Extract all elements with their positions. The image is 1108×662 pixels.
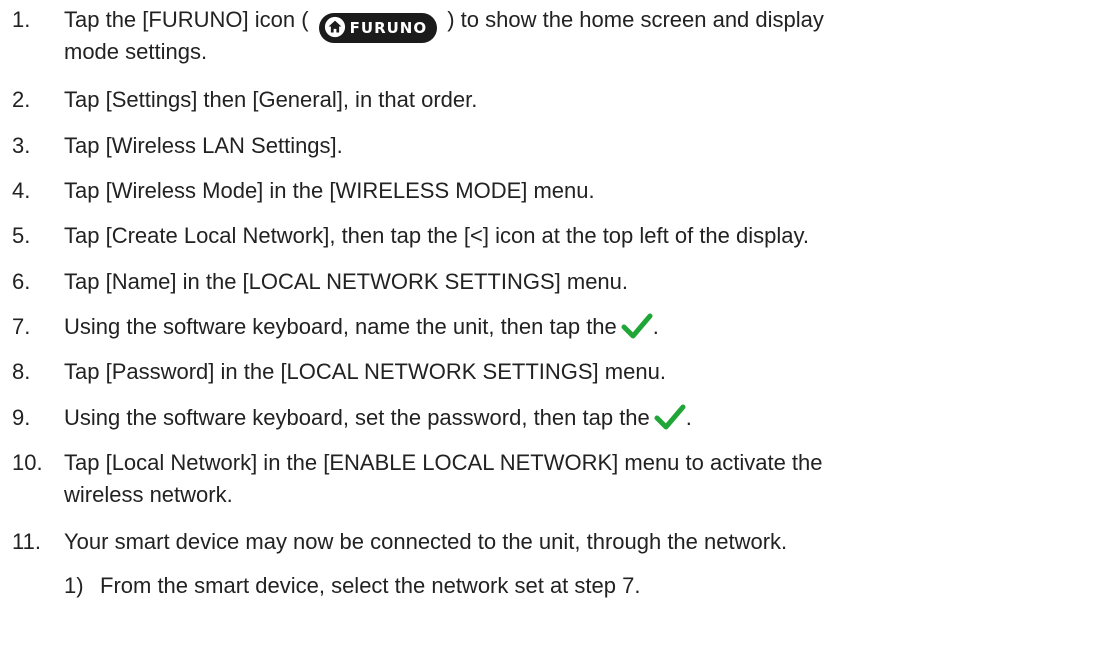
step-text: wireless network.: [64, 482, 233, 507]
furuno-label: FURUNO: [349, 19, 428, 37]
step-text-before: Tap the [FURUNO] icon (: [64, 7, 309, 32]
step-number: 7.: [12, 314, 31, 339]
step-number: 5.: [12, 223, 31, 248]
step-number: 4.: [12, 178, 31, 203]
step-text-after: ) to show the home screen and display: [447, 7, 824, 32]
step-text: Using the software keyboard, set the pas…: [64, 402, 692, 433]
step-text: Your smart device may now be connected t…: [64, 529, 788, 554]
step-number: 11.: [12, 529, 41, 554]
substep-number: 1): [64, 573, 84, 598]
step-number: 8.: [12, 359, 31, 384]
step-number: 2.: [12, 87, 31, 112]
step-text: Tap [Settings] then [General], in that o…: [64, 87, 478, 112]
step-text-main: Using the software keyboard, name the un…: [64, 314, 617, 339]
step-text: Tap [Name] in the [LOCAL NETWORK SETTING…: [64, 269, 629, 294]
substep-text: From the smart device, select the networ…: [100, 573, 641, 598]
checkmark-icon: [621, 313, 653, 339]
step-text: Tap [Wireless LAN Settings].: [64, 133, 343, 158]
step-text: mode settings.: [64, 39, 208, 64]
step-text: Tap [Wireless Mode] in the [WIRELESS MOD…: [64, 178, 595, 203]
furuno-home-badge: FURUNO: [318, 13, 438, 43]
step-text: Tap [Local Network] in the [ENABLE LOCAL…: [64, 450, 823, 475]
checkmark-icon: [654, 404, 686, 430]
step-text: Tap [Create Local Network], then tap the…: [64, 223, 809, 248]
step-number: 1.: [12, 7, 31, 32]
procedure-page: 1. Tap the [FURUNO] icon ( FURUNO ) to s…: [0, 0, 1108, 662]
step-text-end: .: [685, 405, 692, 430]
step-number: 3.: [12, 133, 31, 158]
home-icon: [324, 16, 345, 38]
step-text: Tap [Password] in the [LOCAL NETWORK SET…: [64, 359, 666, 384]
step-text-end: .: [652, 314, 659, 339]
step-number: 10.: [12, 450, 43, 475]
step-number: 9.: [12, 405, 31, 430]
step-text-main: Using the software keyboard, set the pas…: [64, 405, 650, 430]
step-number: 6.: [12, 269, 31, 294]
step-text: Using the software keyboard, name the un…: [64, 311, 659, 342]
